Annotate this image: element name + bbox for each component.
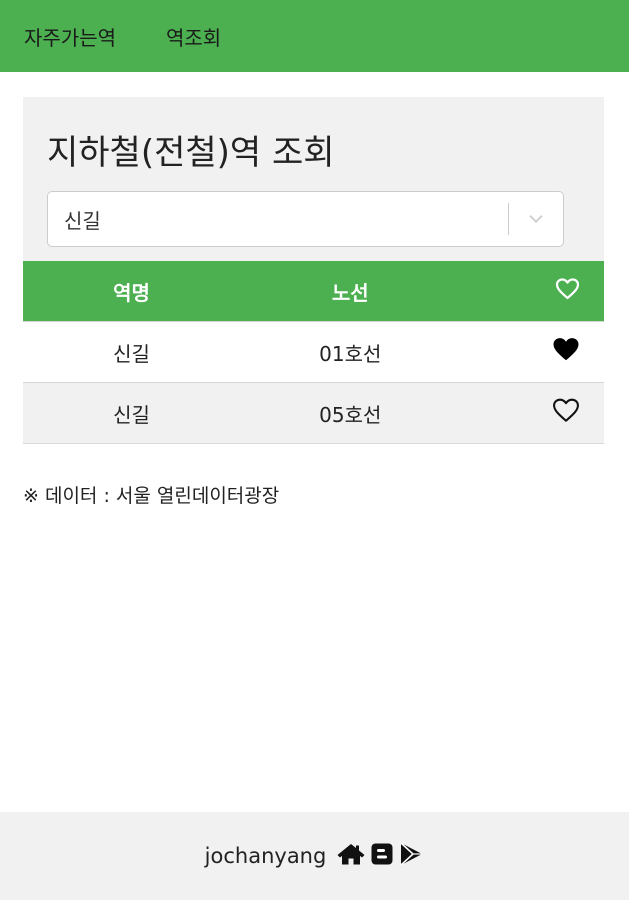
page-title: 지하철(전철)역 조회 [47,133,335,173]
heart-outline-icon [555,277,580,305]
footer: jochanyang [0,812,629,900]
station-line-cell: 05호선 [240,382,461,443]
nav-station-search[interactable]: 역조회 [166,22,221,51]
station-search-panel: 지하철(전철)역 조회 신길 역명 노선 신길 01호선 신길 05호선 [23,97,604,444]
station-name-cell: 신길 [23,321,241,383]
station-name-cell: 신길 [23,382,241,443]
table-row[interactable]: 신길 05호선 [23,382,604,443]
top-navbar: 자주가는역 역조회 [0,0,629,72]
column-header-name: 역명 [23,261,241,322]
home-icon[interactable] [336,842,366,870]
station-select-value: 신길 [64,208,101,233]
footer-author: jochanyang [204,844,327,868]
column-header-favorite [460,261,604,322]
favorite-cell [460,321,604,383]
station-select[interactable]: 신길 [47,191,564,247]
nav-favorite-stations[interactable]: 자주가는역 [24,22,116,51]
table-header-row: 역명 노선 [23,261,604,322]
heart-outline-icon[interactable] [552,398,580,428]
data-source-note: ※ 데이터 : 서울 열린데이터광장 [23,485,280,507]
chevron-down-icon[interactable] [509,210,563,228]
heart-filled-icon[interactable] [552,337,580,367]
column-header-line: 노선 [240,261,461,322]
station-line-cell: 01호선 [240,321,461,383]
station-table: 역명 노선 신길 01호선 신길 05호선 [23,261,604,443]
favorite-cell [460,382,604,443]
play-store-icon[interactable] [398,841,424,871]
blogger-icon[interactable] [370,842,394,870]
table-row[interactable]: 신길 01호선 [23,321,604,383]
